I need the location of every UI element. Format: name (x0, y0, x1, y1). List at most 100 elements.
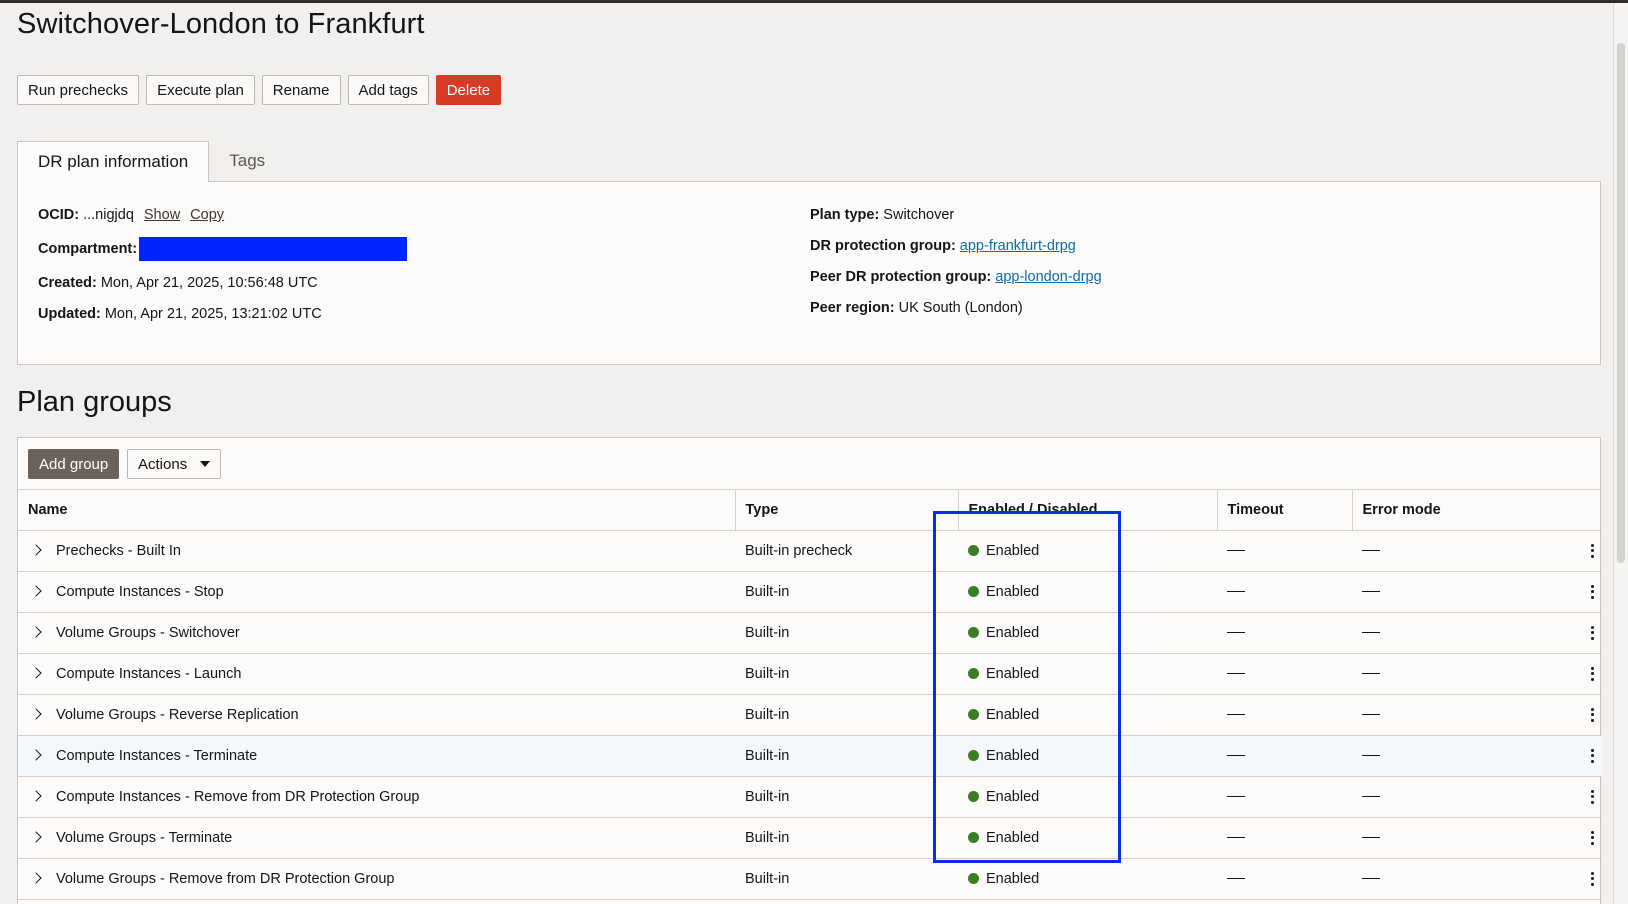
kebab-menu-icon[interactable] (1591, 830, 1594, 845)
plan-groups-title: Plan groups (17, 386, 172, 418)
ocid-show-link[interactable]: Show (144, 206, 180, 224)
row-name-cell: Volume Groups - Reverse Replication (18, 694, 735, 736)
empty-dash (1227, 713, 1245, 716)
row-name: Volume Groups - Terminate (56, 829, 233, 846)
page-title: Switchover-London to Frankfurt (17, 8, 425, 40)
column-header-name[interactable]: Name (18, 490, 736, 531)
row-error-mode-cell (1352, 653, 1602, 695)
add-group-button[interactable]: Add group (28, 449, 120, 479)
row-name: Volume Groups - Remove from DR Protectio… (56, 870, 395, 887)
row-error-mode-cell (1352, 694, 1602, 736)
row-type: Built-in (745, 747, 790, 764)
row-status: Enabled (986, 583, 1040, 600)
chevron-right-icon[interactable] (30, 584, 42, 597)
row-error-mode-cell (1352, 858, 1602, 900)
kebab-menu-icon[interactable] (1591, 871, 1594, 886)
row-name-cell: Prechecks - Built In (18, 530, 735, 572)
empty-dash (1362, 836, 1380, 839)
chevron-right-icon[interactable] (30, 830, 42, 843)
kebab-menu-icon[interactable] (1591, 625, 1594, 640)
chevron-right-icon[interactable] (30, 666, 42, 679)
chevron-right-icon[interactable] (30, 707, 42, 720)
row-name-cell: Volume Groups - Remove from DR Protectio… (18, 858, 735, 900)
row-type-cell: Built-in (735, 612, 958, 654)
column-header-enabled[interactable]: Enabled / Disabled (958, 490, 1218, 531)
empty-dash (1362, 549, 1380, 552)
kebab-menu-icon[interactable] (1591, 543, 1594, 558)
table-row[interactable]: Compute Instances - Stop Built-in Enabled (18, 571, 1602, 613)
column-header-timeout[interactable]: Timeout (1217, 490, 1353, 531)
empty-dash (1362, 631, 1380, 634)
table-row[interactable]: Prechecks - Built In Built-in precheck Ena… (18, 530, 1602, 572)
table-row[interactable]: Volume Groups - Switchover Built-in Enable… (18, 612, 1602, 654)
updated-value: Mon, Apr 21, 2025, 13:21:02 UTC (104, 306, 322, 322)
plan-type-label: Plan type: (810, 207, 880, 223)
row-error-mode-cell (1352, 735, 1602, 777)
kebab-menu-icon[interactable] (1591, 707, 1594, 722)
actions-dropdown[interactable]: Actions (127, 449, 221, 479)
table-row[interactable]: Volume Groups - Terminate Built-in Enabled (18, 817, 1602, 859)
row-status-cell: Enabled (958, 776, 1217, 818)
peer-region-value: UK South (London) (898, 300, 1023, 316)
kebab-menu-icon[interactable] (1591, 789, 1594, 804)
empty-dash (1227, 590, 1245, 593)
drpg-link[interactable]: app-frankfurt-drpg (960, 237, 1076, 255)
add-tags-button[interactable]: Add tags (347, 75, 429, 105)
row-status-cell: Enabled (958, 694, 1217, 736)
scrollbar-thumb[interactable] (1617, 43, 1625, 563)
kebab-menu-icon[interactable] (1591, 584, 1594, 599)
plan-groups-table-container: Add group Actions Name Type Enabled / Di… (17, 437, 1602, 904)
peer-drpg-link[interactable]: app-london-drpg (995, 268, 1101, 286)
chevron-right-icon[interactable] (30, 748, 42, 761)
page-scrollbar[interactable] (1613, 3, 1628, 904)
row-type: Built-in (745, 829, 790, 846)
row-name-cell: Compute Instances - Terminate (18, 735, 735, 777)
row-timeout-cell (1217, 612, 1352, 654)
row-name: Prechecks - Built In (56, 542, 181, 559)
kebab-menu-icon[interactable] (1591, 748, 1594, 763)
chevron-right-icon[interactable] (30, 625, 42, 638)
row-timeout-cell (1217, 694, 1352, 736)
table-row[interactable]: Volume Groups - Remove from DR Protectio… (18, 858, 1602, 900)
table-row[interactable]: Compute Instances - Remove from DR Prote… (18, 776, 1602, 818)
kebab-menu-icon[interactable] (1591, 666, 1594, 681)
rename-button[interactable]: Rename (261, 75, 341, 105)
chevron-right-icon[interactable] (30, 543, 42, 556)
tab-tags[interactable]: Tags (209, 141, 285, 181)
empty-dash (1227, 795, 1245, 798)
column-header-type[interactable]: Type (735, 490, 959, 531)
empty-dash (1227, 754, 1245, 757)
ocid-label: OCID: (38, 207, 80, 223)
row-name: Compute Instances - Stop (56, 583, 224, 600)
chevron-right-icon[interactable] (30, 789, 42, 802)
empty-dash (1227, 672, 1245, 675)
ocid-copy-link[interactable]: Copy (190, 206, 224, 224)
row-name-cell: Compute Instances - Launch (18, 653, 735, 695)
row-timeout-cell (1217, 776, 1352, 818)
table-row[interactable]: Volume Groups - Reverse Replication Built… (18, 694, 1602, 736)
peer-drpg-label: Peer DR protection group: (810, 269, 992, 285)
row-name-cell: Volume Groups - Terminate (18, 817, 735, 859)
row-timeout-cell (1217, 858, 1352, 900)
empty-dash (1362, 795, 1380, 798)
row-name: Compute Instances - Remove from DR Prote… (56, 788, 420, 805)
row-type-cell: Built-in precheck (735, 530, 958, 572)
status-dot-icon (968, 790, 979, 802)
table-row[interactable]: Compute Instances - Terminate Built-in Ena… (18, 735, 1602, 777)
row-status-cell: Enabled (958, 817, 1217, 859)
chevron-right-icon[interactable] (30, 871, 42, 884)
row-name-cell: Volume Groups - Switchover (18, 612, 735, 654)
row-status: Enabled (986, 870, 1040, 887)
column-header-error-mode[interactable]: Error mode (1352, 490, 1602, 531)
row-timeout-cell (1217, 817, 1352, 859)
row-type-cell: Built-in (735, 858, 958, 900)
status-dot-icon (968, 544, 979, 556)
tab-dr-plan-information[interactable]: DR plan information (17, 141, 210, 182)
info-right-column: Plan type: Switchover DR protection grou… (810, 206, 1102, 330)
delete-button[interactable]: Delete (435, 75, 502, 105)
execute-plan-button[interactable]: Execute plan (146, 75, 255, 105)
row-name: Volume Groups - Reverse Replication (56, 706, 299, 723)
status-dot-icon (968, 585, 979, 597)
table-row[interactable]: Compute Instances - Launch Built-in Enable… (18, 653, 1602, 695)
run-prechecks-button[interactable]: Run prechecks (17, 75, 140, 105)
